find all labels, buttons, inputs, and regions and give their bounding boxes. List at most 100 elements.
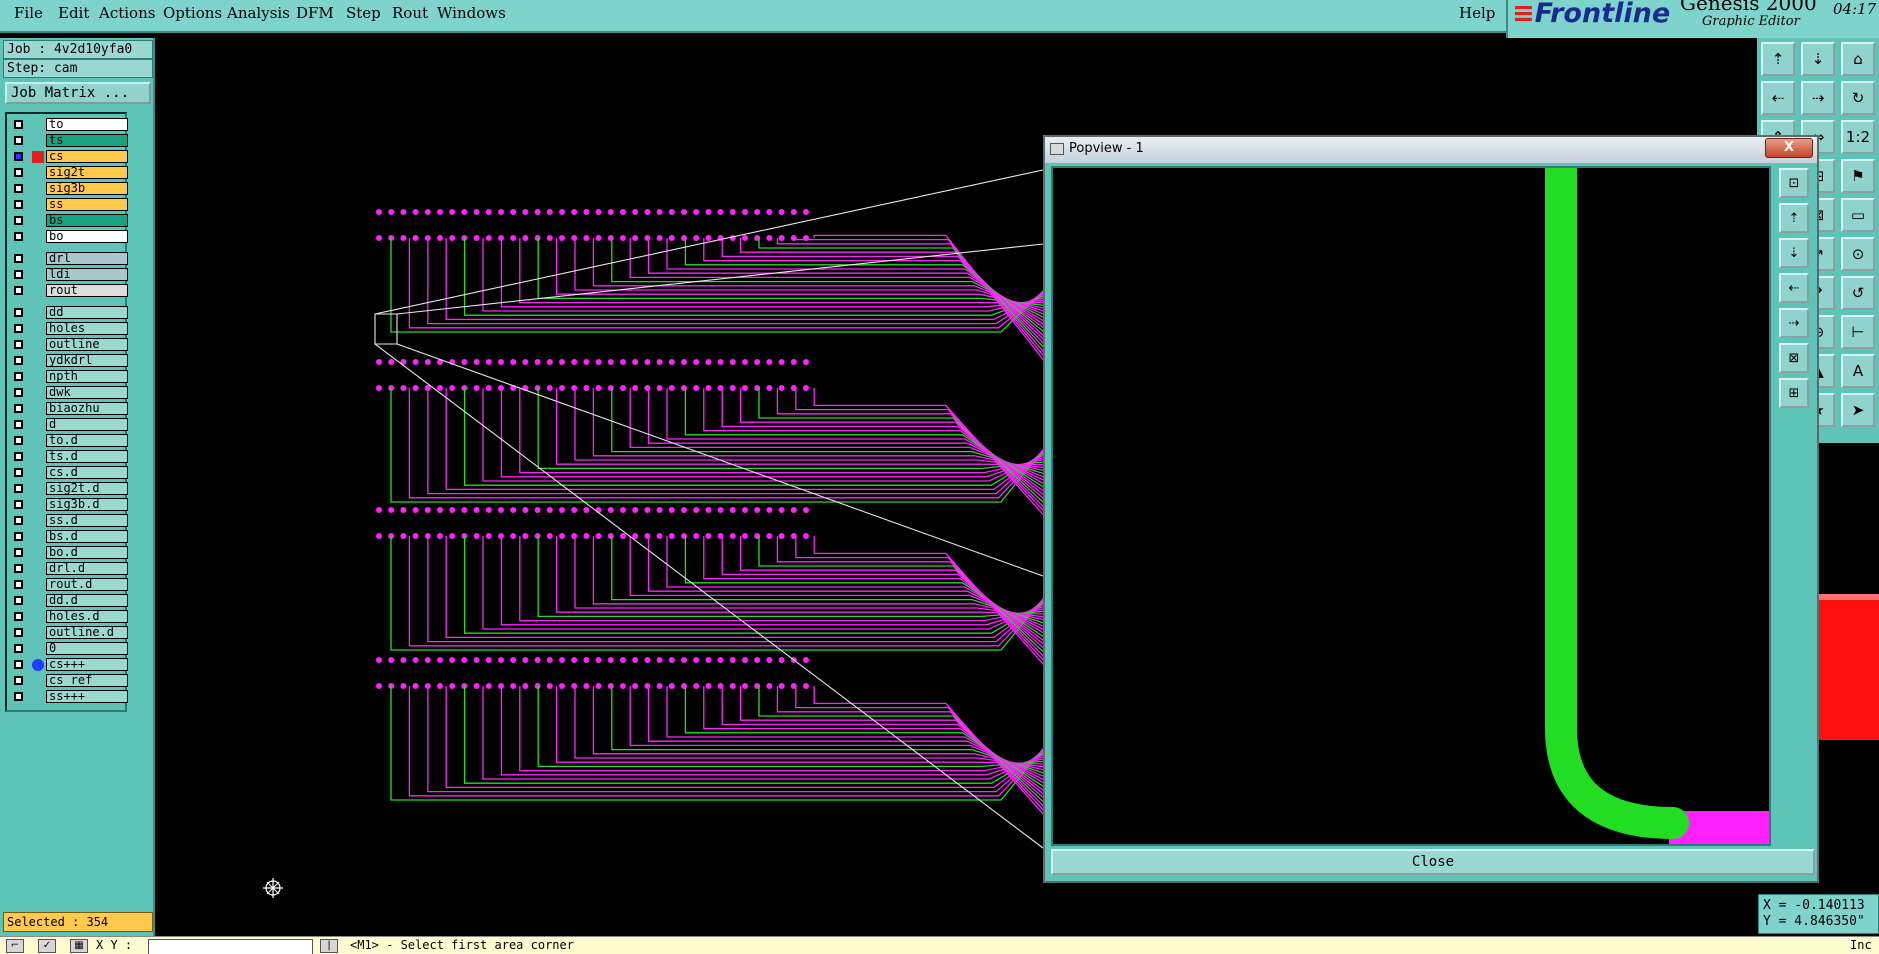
layer-checkbox[interactable] [14,324,23,333]
layer-row[interactable]: d [10,418,128,432]
layer-name[interactable]: ss+++ [46,690,128,703]
tool-button[interactable]: ⇡ [1761,42,1795,76]
layer-checkbox[interactable] [14,308,23,317]
tool-button[interactable]: ⊙ [1841,237,1875,271]
layer-name[interactable]: ldi [46,268,128,281]
layer-checkbox[interactable] [14,216,23,225]
layer-name[interactable]: dd [46,306,128,319]
layer-name[interactable]: dwk [46,386,128,399]
layer-checkbox[interactable] [14,484,23,493]
layer-row[interactable]: cs.d [10,466,128,480]
layer-row[interactable]: biaozhu [10,402,128,416]
tool-button[interactable]: ↻ [1841,81,1875,115]
layer-checkbox[interactable] [14,404,23,413]
menu-windows[interactable]: Windows [437,4,506,22]
layer-row[interactable]: dd.d [10,594,128,608]
layer-checkbox[interactable] [14,660,23,669]
layer-row[interactable]: cs [10,150,128,164]
tool-button[interactable]: ↺ [1841,276,1875,310]
layer-row[interactable]: bo [10,230,128,244]
popview-tool-button[interactable]: ⇠ [1779,273,1809,303]
layer-checkbox[interactable] [14,286,23,295]
layer-row[interactable]: holes [10,322,128,336]
layer-checkbox[interactable] [14,516,23,525]
menu-step[interactable]: Step [346,4,381,22]
close-icon[interactable]: X [1765,138,1813,158]
layer-name[interactable]: sig2t.d [46,482,128,495]
layer-name[interactable]: npth [46,370,128,383]
layer-row[interactable]: bs.d [10,530,128,544]
layer-row[interactable]: sig3b [10,182,128,196]
layer-row[interactable]: ss.d [10,514,128,528]
layer-name[interactable]: ts [46,134,128,147]
inc-button[interactable]: Inc [1850,938,1872,952]
layer-checkbox[interactable] [14,388,23,397]
layer-row[interactable]: 0 [10,642,128,656]
layer-checkbox[interactable] [14,356,23,365]
tool-button[interactable]: ➤ [1841,393,1875,427]
job-matrix-button[interactable]: Job Matrix ... [5,82,151,104]
layer-name[interactable]: 0 [46,642,128,655]
layer-checkbox[interactable] [14,564,23,573]
menu-analysis[interactable]: Analysis [227,4,290,22]
layer-name[interactable]: d [46,418,128,431]
layer-row[interactable]: ts [10,134,128,148]
layer-row[interactable]: dwk [10,386,128,400]
tool-button[interactable]: ⊢ [1841,315,1875,349]
menu-file[interactable]: File [14,4,43,22]
layer-row[interactable]: npth [10,370,128,384]
layer-checkbox[interactable] [14,596,23,605]
menu-help[interactable]: Help [1459,4,1495,22]
popview-titlebar[interactable]: Popview - 1 X [1045,137,1817,163]
layer-row[interactable]: ldi [10,268,128,282]
popview-tool-button[interactable]: ⇣ [1779,238,1809,268]
layer-checkbox[interactable] [14,644,23,653]
layer-row[interactable]: to.d [10,434,128,448]
layer-row[interactable]: ts.d [10,450,128,464]
layer-name[interactable]: cs+++ [46,658,128,671]
layer-row[interactable]: holes.d [10,610,128,624]
layer-name[interactable]: cs [46,150,128,163]
layer-row[interactable]: sig2t [10,166,128,180]
status-button-2[interactable]: ✓ [38,939,56,953]
layer-checkbox[interactable] [14,500,23,509]
tool-button[interactable]: ⇣ [1801,42,1835,76]
layer-name[interactable]: ss [46,198,128,211]
layer-checkbox[interactable] [14,152,23,161]
layer-checkbox[interactable] [14,692,23,701]
layer-name[interactable]: cs.d [46,466,128,479]
layer-name[interactable]: cs_ref [46,674,128,687]
layer-checkbox[interactable] [14,548,23,557]
tool-button[interactable]: A [1841,354,1875,388]
popview-canvas[interactable] [1051,152,1771,846]
layer-row[interactable]: ydkdrl [10,354,128,368]
layer-checkbox[interactable] [14,628,23,637]
layer-checkbox[interactable] [14,200,23,209]
layer-row[interactable]: drl [10,252,128,266]
layer-checkbox[interactable] [14,436,23,445]
popview-close-button[interactable]: Close [1051,849,1815,875]
layer-checkbox[interactable] [14,532,23,541]
layer-name[interactable]: sig3b.d [46,498,128,511]
layer-name[interactable]: to.d [46,434,128,447]
layer-checkbox[interactable] [14,580,23,589]
layer-name[interactable]: biaozhu [46,402,128,415]
layer-row[interactable]: drl.d [10,562,128,576]
layer-checkbox[interactable] [14,120,23,129]
tool-button[interactable]: 1:2 [1841,120,1875,154]
layer-checkbox[interactable] [14,232,23,241]
layer-checkbox[interactable] [14,612,23,621]
layer-row[interactable]: bo.d [10,546,128,560]
status-button-3[interactable]: ▦ [70,939,88,953]
popview-tool-button[interactable]: ⇢ [1779,308,1809,338]
layer-name[interactable]: bo.d [46,546,128,559]
layer-name[interactable]: ss.d [46,514,128,527]
layer-name[interactable]: bs.d [46,530,128,543]
layer-name[interactable]: rout.d [46,578,128,591]
layer-row[interactable]: cs+++ [10,658,128,672]
layer-row[interactable]: outline.d [10,626,128,640]
popview-tool-button[interactable]: ⊞ [1779,378,1809,408]
layer-row[interactable]: cs_ref [10,674,128,688]
layer-name[interactable]: rout [46,284,128,297]
tool-button[interactable]: ⌂ [1841,42,1875,76]
